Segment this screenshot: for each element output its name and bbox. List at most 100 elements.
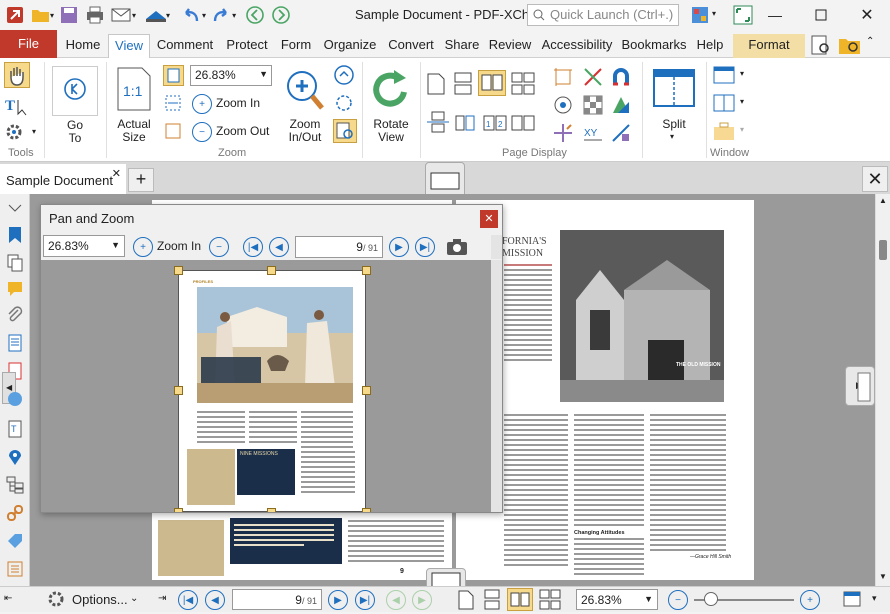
go-to-icon[interactable] bbox=[52, 66, 98, 116]
pan-and-zoom-panel[interactable]: Pan and Zoom ✕ 26.83% ▼ + Zoom In − |◀ ◀ … bbox=[40, 204, 503, 513]
chevron-down-icon[interactable]: ▾ bbox=[872, 593, 877, 604]
zoom-out-icon[interactable]: − bbox=[192, 122, 212, 142]
sb-single-page-icon[interactable] bbox=[457, 589, 475, 614]
menu-view[interactable]: View bbox=[108, 34, 150, 58]
chevron-down-icon[interactable]: ▾ bbox=[740, 69, 744, 78]
pz-last-page-icon[interactable]: ▶| bbox=[415, 237, 435, 257]
pages-icon[interactable] bbox=[6, 254, 24, 272]
chevron-down-icon[interactable]: ▾ bbox=[670, 132, 674, 141]
two-continuous-icon[interactable] bbox=[510, 72, 536, 99]
minimize-button[interactable]: — bbox=[752, 0, 798, 30]
handle-bottom-right[interactable] bbox=[362, 508, 371, 512]
chevron-down-icon[interactable]: ▾ bbox=[740, 97, 744, 106]
zoom-in-out-icon[interactable] bbox=[284, 66, 328, 117]
document-properties-icon[interactable] bbox=[6, 334, 24, 352]
collapse-right-icon[interactable]: ⇥ bbox=[158, 593, 166, 604]
zoom-slider-thumb[interactable] bbox=[704, 592, 718, 606]
menu-accessibility[interactable]: Accessibility bbox=[538, 34, 616, 58]
tab-sample-document[interactable]: Sample Document ✕ bbox=[0, 164, 126, 194]
status-zoom-out-icon[interactable]: − bbox=[668, 590, 688, 610]
page-boxes-icon[interactable] bbox=[552, 66, 574, 91]
chevron-down-icon[interactable]: ▾ bbox=[712, 9, 716, 18]
chevron-up-icon[interactable]: ⌃ bbox=[866, 36, 874, 47]
vertical-scrollbar[interactable]: ▲ ▼ bbox=[875, 194, 890, 586]
rtl-pages-icon[interactable] bbox=[510, 110, 538, 139]
menu-form[interactable]: Form bbox=[277, 34, 315, 58]
split-view-icon[interactable] bbox=[426, 110, 450, 139]
chevron-down-icon[interactable]: ⌄ bbox=[130, 593, 138, 604]
redo-icon[interactable] bbox=[210, 4, 232, 26]
zoom-level-combo[interactable]: 26.83% ▼ bbox=[190, 65, 272, 86]
menu-home[interactable]: Home bbox=[62, 34, 104, 58]
pz-prev-page-icon[interactable]: ◀ bbox=[269, 237, 289, 257]
fullscreen-icon[interactable] bbox=[732, 4, 754, 26]
app-logo-icon[interactable] bbox=[4, 4, 26, 26]
pan-zoom-icon[interactable] bbox=[333, 119, 357, 143]
select-text-icon[interactable]: T bbox=[4, 94, 30, 119]
attachment-icon[interactable] bbox=[6, 306, 24, 324]
actual-size-icon[interactable]: 1:1 bbox=[114, 66, 154, 115]
options-gear-icon[interactable] bbox=[46, 589, 68, 612]
fit-visible-icon[interactable] bbox=[163, 121, 183, 144]
undo-icon[interactable] bbox=[180, 4, 202, 26]
menu-organize[interactable]: Organize bbox=[321, 34, 379, 58]
email-icon[interactable] bbox=[110, 4, 132, 26]
search-folder-icon[interactable] bbox=[838, 34, 862, 59]
status-zoom-in-icon[interactable]: + bbox=[800, 590, 820, 610]
show-grid-icon[interactable] bbox=[552, 94, 574, 119]
save-icon[interactable] bbox=[58, 4, 80, 26]
cover-page-icon[interactable] bbox=[454, 110, 482, 139]
menu-protect[interactable]: Protect bbox=[222, 34, 272, 58]
chevron-down-icon[interactable]: ▾ bbox=[132, 11, 136, 20]
forward-nav-icon[interactable] bbox=[270, 4, 292, 26]
single-page-icon[interactable] bbox=[426, 72, 446, 99]
fit-page-icon[interactable] bbox=[163, 65, 184, 86]
split-button[interactable]: Split bbox=[652, 118, 696, 131]
zoom-marquee-icon[interactable] bbox=[333, 92, 355, 117]
measure-icon[interactable] bbox=[610, 122, 632, 147]
customize-icon[interactable] bbox=[689, 4, 711, 26]
pz-zoom-in-icon[interactable]: + bbox=[133, 237, 153, 257]
pz-canvas-scrollbar[interactable] bbox=[491, 260, 502, 512]
go-to-button[interactable]: Go To bbox=[54, 119, 96, 145]
pz-first-page-icon[interactable]: |◀ bbox=[243, 237, 263, 257]
content-icon[interactable] bbox=[6, 560, 24, 578]
scrollbar-thumb[interactable] bbox=[879, 240, 887, 260]
maximize-button[interactable] bbox=[798, 0, 844, 30]
snap-magnet-icon[interactable] bbox=[610, 66, 632, 91]
menu-convert[interactable]: Convert bbox=[385, 34, 437, 58]
zoom-in-button[interactable]: Zoom In bbox=[216, 97, 260, 110]
forward-view-icon[interactable]: ▶ bbox=[412, 590, 432, 610]
fit-width-icon[interactable] bbox=[163, 93, 183, 116]
new-window-icon[interactable] bbox=[712, 64, 736, 89]
crosshair-icon[interactable] bbox=[552, 122, 574, 147]
pz-zoom-out-icon[interactable]: − bbox=[209, 237, 229, 257]
menu-comment[interactable]: Comment bbox=[154, 34, 216, 58]
coordinates-icon[interactable]: XY bbox=[582, 122, 604, 147]
close-window-button[interactable]: ✕ bbox=[844, 0, 890, 30]
overprint-icon[interactable] bbox=[610, 94, 632, 119]
signatures-icon[interactable] bbox=[6, 390, 24, 408]
bookmark-icon[interactable] bbox=[6, 226, 24, 244]
chevron-down-icon[interactable]: ▾ bbox=[32, 127, 36, 136]
comments-icon[interactable] bbox=[6, 280, 24, 298]
sidebar-collapse-icon[interactable] bbox=[6, 202, 24, 220]
pz-snapshot-camera-icon[interactable] bbox=[445, 237, 469, 260]
zoom-out-button[interactable]: Zoom Out bbox=[216, 125, 269, 138]
zoom-in-icon[interactable]: + bbox=[192, 94, 212, 114]
chevron-down-icon[interactable]: ▾ bbox=[50, 11, 54, 20]
status-zoom-combo[interactable]: 26.83% ▼ bbox=[576, 589, 658, 610]
menu-share[interactable]: Share bbox=[442, 34, 482, 58]
chevron-down-icon[interactable]: ▾ bbox=[166, 11, 170, 20]
menu-review[interactable]: Review bbox=[487, 34, 533, 58]
menu-format[interactable]: Format bbox=[733, 34, 805, 58]
right-panel-expand-handle[interactable]: ▶ bbox=[845, 366, 875, 406]
collapse-icon[interactable]: ⇤ bbox=[4, 593, 12, 604]
menu-help[interactable]: Help bbox=[693, 34, 727, 58]
handle-bottom[interactable] bbox=[267, 508, 276, 512]
pz-toolbar-scroll[interactable] bbox=[491, 235, 502, 259]
sb-two-continuous-icon[interactable] bbox=[538, 589, 562, 614]
continuous-icon[interactable] bbox=[452, 72, 474, 99]
toolbox-icon[interactable] bbox=[712, 120, 736, 145]
chevron-down-icon[interactable]: ▾ bbox=[232, 11, 236, 20]
